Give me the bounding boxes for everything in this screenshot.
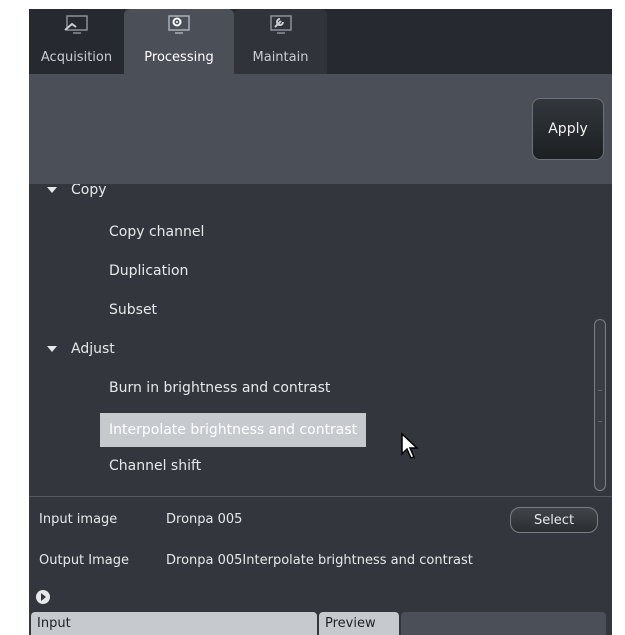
input-image-value: Dronpa 005 xyxy=(166,512,243,527)
output-image-value: Dronpa 005Interpolate brightness and con… xyxy=(166,553,473,568)
list-scrollbar[interactable] xyxy=(594,319,606,491)
list-item-interpolate[interactable]: Interpolate brightness and contrast xyxy=(100,413,367,447)
method-list: Copy Copy channel Duplication Subset Adj… xyxy=(29,184,612,496)
caret-down-icon xyxy=(47,346,57,352)
group-copy[interactable]: Copy xyxy=(47,184,107,204)
group-label: Copy xyxy=(71,184,107,198)
apply-button[interactable]: Apply xyxy=(532,98,604,160)
list-item-copy-channel[interactable]: Copy channel xyxy=(109,218,204,246)
tab-bar: Acquisition Processing Maintain xyxy=(29,9,612,74)
tab-acquisition-label: Acquisition xyxy=(40,50,113,65)
processing-panel: Acquisition Processing Maintain Apply Co… xyxy=(29,9,612,635)
tab-processing[interactable]: Processing xyxy=(124,9,234,74)
tab-preview[interactable]: Preview xyxy=(319,612,399,635)
monitor-icon xyxy=(63,15,88,34)
mouse-cursor-icon xyxy=(401,432,419,459)
tab-acquisition[interactable]: Acquisition xyxy=(29,9,124,74)
input-image-label: Input image xyxy=(39,512,118,527)
method-header: Apply xyxy=(29,74,612,184)
list-item-subset[interactable]: Subset xyxy=(109,296,157,324)
output-image-label: Output Image xyxy=(39,553,130,568)
tab-maintain[interactable]: Maintain xyxy=(234,9,327,74)
caret-down-icon xyxy=(47,187,57,193)
tab-processing-label: Processing xyxy=(144,50,214,65)
tab-maintain-label: Maintain xyxy=(252,50,309,65)
tab-input[interactable]: Input xyxy=(31,612,317,635)
gear-monitor-icon xyxy=(168,15,190,34)
io-panel: Input image Dronpa 005 Select Output Ima… xyxy=(29,496,612,635)
list-item-channel-shift[interactable]: Channel shift xyxy=(109,452,201,480)
list-item-burn-in[interactable]: Burn in brightness and contrast xyxy=(109,374,330,402)
group-adjust[interactable]: Adjust xyxy=(47,335,115,363)
bottom-tab-strip xyxy=(401,612,606,635)
expand-icon[interactable] xyxy=(36,590,50,604)
wrench-monitor-icon xyxy=(269,15,292,34)
group-label: Adjust xyxy=(71,341,115,357)
list-item-duplication[interactable]: Duplication xyxy=(109,257,188,285)
scroll-grip[interactable] xyxy=(598,390,602,422)
select-button[interactable]: Select xyxy=(510,507,598,533)
